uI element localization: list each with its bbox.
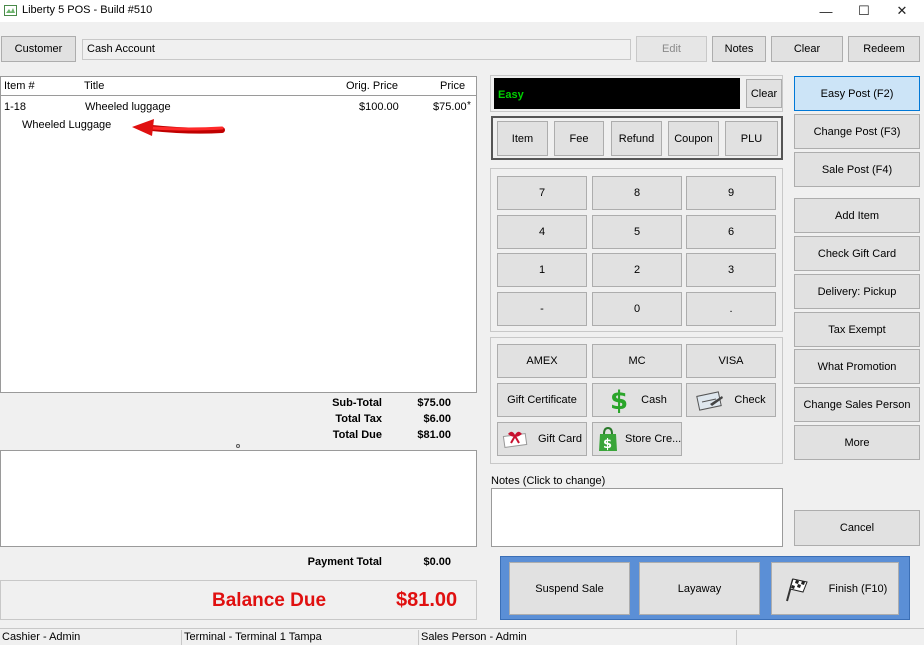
key-2[interactable]: 2 <box>592 253 682 287</box>
mode-plu-button[interactable]: PLU <box>725 121 778 156</box>
notes-box[interactable] <box>491 488 783 547</box>
check-label: Check <box>734 394 766 406</box>
row-title: Wheeled luggage <box>85 101 171 113</box>
total-due-label: Total Due <box>332 429 382 441</box>
title-bar: Liberty 5 POS - Build #510 — ☐ ✕ <box>0 0 924 22</box>
status-extra <box>736 630 923 645</box>
account-value: Cash Account <box>87 43 155 55</box>
key-7[interactable]: 7 <box>497 176 587 210</box>
gift-card-label: Gift Card <box>537 433 582 445</box>
maximize-button[interactable]: ☐ <box>846 0 882 22</box>
check-icon <box>696 388 724 412</box>
sale-post-button[interactable]: Sale Post (F4) <box>794 152 920 187</box>
column-orig-price[interactable]: Orig. Price <box>346 80 398 92</box>
suspend-sale-button[interactable]: Suspend Sale <box>509 562 630 615</box>
easy-post-button[interactable]: Easy Post (F2) <box>794 76 920 111</box>
key-8[interactable]: 8 <box>592 176 682 210</box>
key-9[interactable]: 9 <box>686 176 776 210</box>
column-title[interactable]: Title <box>84 80 104 92</box>
visa-button[interactable]: VISA <box>686 344 776 378</box>
mode-coupon-button[interactable]: Coupon <box>668 121 719 156</box>
tax-label: Total Tax <box>335 413 382 425</box>
payment-total-value: $0.00 <box>423 556 451 568</box>
finish-label: Finish (F10) <box>828 582 888 595</box>
cash-button[interactable]: $ Cash <box>592 383 682 417</box>
clear-customer-button[interactable]: Clear <box>771 36 843 62</box>
check-gift-card-button[interactable]: Check Gift Card <box>794 236 920 271</box>
row-orig-price: $100.00 <box>359 101 399 113</box>
delivery-button[interactable]: Delivery: Pickup <box>794 274 920 309</box>
column-item[interactable]: Item # <box>4 80 35 92</box>
key-0[interactable]: 0 <box>592 292 682 326</box>
tax-value: $6.00 <box>423 413 451 425</box>
amex-button[interactable]: AMEX <box>497 344 587 378</box>
window-title: Liberty 5 POS - Build #510 <box>22 4 153 16</box>
key-3[interactable]: 3 <box>686 253 776 287</box>
store-credit-icon: $ <box>597 426 619 452</box>
layaway-button[interactable]: Layaway <box>639 562 760 615</box>
gift-card-button[interactable]: Gift Card <box>497 422 587 456</box>
what-promotion-button[interactable]: What Promotion <box>794 349 920 384</box>
minimize-button[interactable]: — <box>808 0 844 22</box>
payments-list[interactable] <box>0 450 477 547</box>
key-minus[interactable]: - <box>497 292 587 326</box>
subtotal-label: Sub-Total <box>332 397 382 409</box>
account-field[interactable]: Cash Account <box>82 39 631 60</box>
row-price: $75.00 <box>433 101 467 113</box>
notes-label[interactable]: Notes (Click to change) <box>491 475 605 487</box>
status-terminal: Terminal - Terminal 1 Tampa <box>181 630 415 645</box>
balance-label: Balance Due <box>212 590 327 611</box>
cash-icon: $ <box>607 387 631 413</box>
finish-button[interactable]: Finish (F10) <box>771 562 899 615</box>
close-button[interactable]: ✕ <box>884 0 920 22</box>
key-6[interactable]: 6 <box>686 215 776 249</box>
notes-button[interactable]: Notes <box>712 36 766 62</box>
cancel-button[interactable]: Cancel <box>794 510 920 546</box>
cash-label: Cash <box>641 394 667 406</box>
status-cashier: Cashier - Admin <box>2 631 81 643</box>
grid-header <box>1 77 476 96</box>
status-sales-person: Sales Person - Admin <box>418 630 733 645</box>
store-credit-label: Store Cre... <box>625 433 682 445</box>
entry-clear-button[interactable]: Clear <box>746 79 782 108</box>
mode-refund-button[interactable]: Refund <box>611 121 662 156</box>
mc-button[interactable]: MC <box>592 344 682 378</box>
mode-item-button[interactable]: Item <box>497 121 548 156</box>
more-button[interactable]: More <box>794 425 920 460</box>
app-icon <box>4 4 17 17</box>
add-item-button[interactable]: Add Item <box>794 198 920 233</box>
entry-display-value: Easy <box>498 89 524 101</box>
redeem-button[interactable]: Redeem <box>848 36 920 62</box>
subtotal-value: $75.00 <box>417 397 451 409</box>
key-1[interactable]: 1 <box>497 253 587 287</box>
row-price-flag: * <box>467 100 471 111</box>
gift-certificate-button[interactable]: Gift Certificate <box>497 383 587 417</box>
entry-display[interactable]: Easy <box>494 78 740 109</box>
tax-exempt-button[interactable]: Tax Exempt <box>794 312 920 347</box>
mode-fee-button[interactable]: Fee <box>554 121 604 156</box>
total-due-value: $81.00 <box>417 429 451 441</box>
checkered-flag-icon <box>783 576 809 602</box>
resize-dot <box>236 444 240 448</box>
check-button[interactable]: Check <box>686 383 776 417</box>
svg-text:$: $ <box>610 387 628 413</box>
change-post-button[interactable]: Change Post (F3) <box>794 114 920 149</box>
svg-text:$: $ <box>603 437 612 452</box>
customer-button[interactable]: Customer <box>1 36 76 62</box>
key-4[interactable]: 4 <box>497 215 587 249</box>
table-row[interactable]: 1-18 Wheeled luggage $100.00 $75.00 * Wh… <box>1 99 476 137</box>
key-decimal[interactable]: . <box>686 292 776 326</box>
row-item-number: 1-18 <box>4 101 27 113</box>
edit-button[interactable]: Edit <box>636 36 707 62</box>
change-sales-person-button[interactable]: Change Sales Person <box>794 387 920 422</box>
row-subtitle: Wheeled Luggage <box>22 119 112 131</box>
payment-total-label: Payment Total <box>307 556 382 568</box>
arrow-icon <box>130 118 225 138</box>
gift-card-icon <box>502 429 530 449</box>
store-credit-button[interactable]: $ Store Cre... <box>592 422 682 456</box>
column-price[interactable]: Price <box>440 80 465 92</box>
balance-value: $81.00 <box>396 589 458 611</box>
key-5[interactable]: 5 <box>592 215 682 249</box>
